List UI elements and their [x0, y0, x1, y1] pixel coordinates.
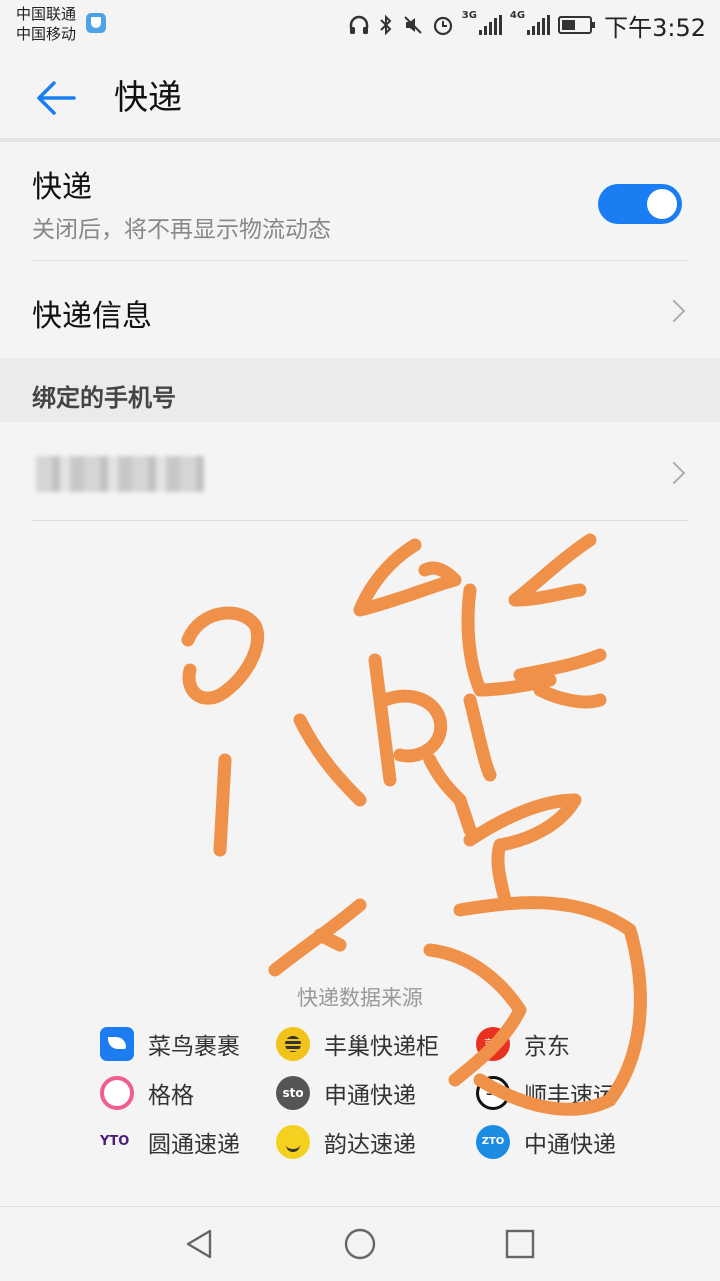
section-title: 绑定的手机号: [32, 384, 176, 412]
gege-icon: [100, 1076, 134, 1110]
navigation-bar: [0, 1206, 720, 1281]
source-item: 格格: [100, 1075, 194, 1111]
source-item: 菜鸟裹裹: [100, 1026, 240, 1062]
divider: [32, 520, 688, 521]
nav-recents-icon[interactable]: [503, 1227, 537, 1261]
page-title: 快递: [114, 78, 182, 118]
yunda-icon: [276, 1125, 310, 1159]
bluetooth-icon: [380, 14, 392, 36]
app-bar: 快递: [0, 52, 720, 142]
jd-icon: 京东: [476, 1027, 510, 1061]
express-info-row[interactable]: 快递信息: [0, 261, 720, 358]
source-item: 京东 京东: [476, 1026, 570, 1062]
source-label: 京东: [524, 1034, 570, 1060]
sto-icon: sto: [276, 1076, 310, 1110]
battery-icon: [558, 16, 596, 34]
alarm-icon: [433, 16, 452, 36]
status-bar: 中国联通 中国移动 3G 4G 下午3:52: [0, 0, 720, 52]
source-item: SF 顺丰速运: [476, 1075, 616, 1111]
toggle-row-title: 快递: [32, 170, 92, 205]
back-arrow-icon[interactable]: [30, 76, 80, 120]
source-item: sto 申通快递: [276, 1075, 416, 1111]
mute-icon: [404, 16, 422, 34]
status-icons: 3G 4G 下午3:52: [348, 10, 706, 42]
chevron-right-icon: [662, 461, 686, 485]
nav-back-icon[interactable]: [182, 1227, 216, 1261]
blurred-phone-number: [36, 456, 204, 492]
signal-icon: [478, 15, 502, 35]
carrier-names: 中国联通 中国移动: [16, 4, 76, 44]
zto-icon: ZTO: [476, 1125, 510, 1159]
yto-icon: YTO: [100, 1134, 130, 1149]
network-type-2: 4G: [509, 10, 526, 21]
section-header-bound-phone: 绑定的手机号: [0, 358, 720, 422]
clock: 下午3:52: [604, 13, 706, 42]
headphones-icon: [349, 15, 368, 34]
express-toggle-switch[interactable]: [598, 184, 682, 224]
express-info-label: 快递信息: [32, 299, 152, 334]
source-label: 韵达速递: [324, 1132, 416, 1158]
fengchao-icon: [276, 1027, 310, 1061]
express-toggle-row[interactable]: 快递 关闭后，将不再显示物流动态: [0, 142, 720, 260]
source-item: ZTO 中通快递: [476, 1124, 616, 1160]
sf-icon: SF: [476, 1076, 510, 1110]
source-item: 丰巢快递柜: [276, 1026, 439, 1062]
sources-title: 快递数据来源: [297, 986, 423, 1010]
source-label: 丰巢快递柜: [324, 1034, 439, 1060]
network-type-1: 3G: [461, 10, 477, 21]
source-label: 顺丰速运: [524, 1083, 616, 1109]
toggle-row-subtitle: 关闭后，将不再显示物流动态: [32, 217, 331, 243]
cainiao-icon: [100, 1027, 134, 1061]
chevron-right-icon: [662, 299, 686, 323]
nav-home-icon[interactable]: [343, 1227, 377, 1261]
source-label: 申通快递: [324, 1083, 416, 1109]
carrier-1: 中国联通: [16, 5, 77, 23]
toggle-knob: [647, 189, 677, 219]
source-label: 菜鸟裹裹: [148, 1034, 240, 1060]
signal-icon-2: [527, 15, 551, 35]
source-item: 韵达速递: [276, 1124, 416, 1160]
shield-icon: [86, 13, 106, 33]
source-item: YTO 圆通速递: [100, 1124, 240, 1160]
carrier-2: 中国移动: [16, 25, 77, 43]
source-label: 格格: [148, 1083, 194, 1109]
source-label: 中通快递: [524, 1132, 616, 1158]
source-label: 圆通速递: [148, 1132, 240, 1158]
